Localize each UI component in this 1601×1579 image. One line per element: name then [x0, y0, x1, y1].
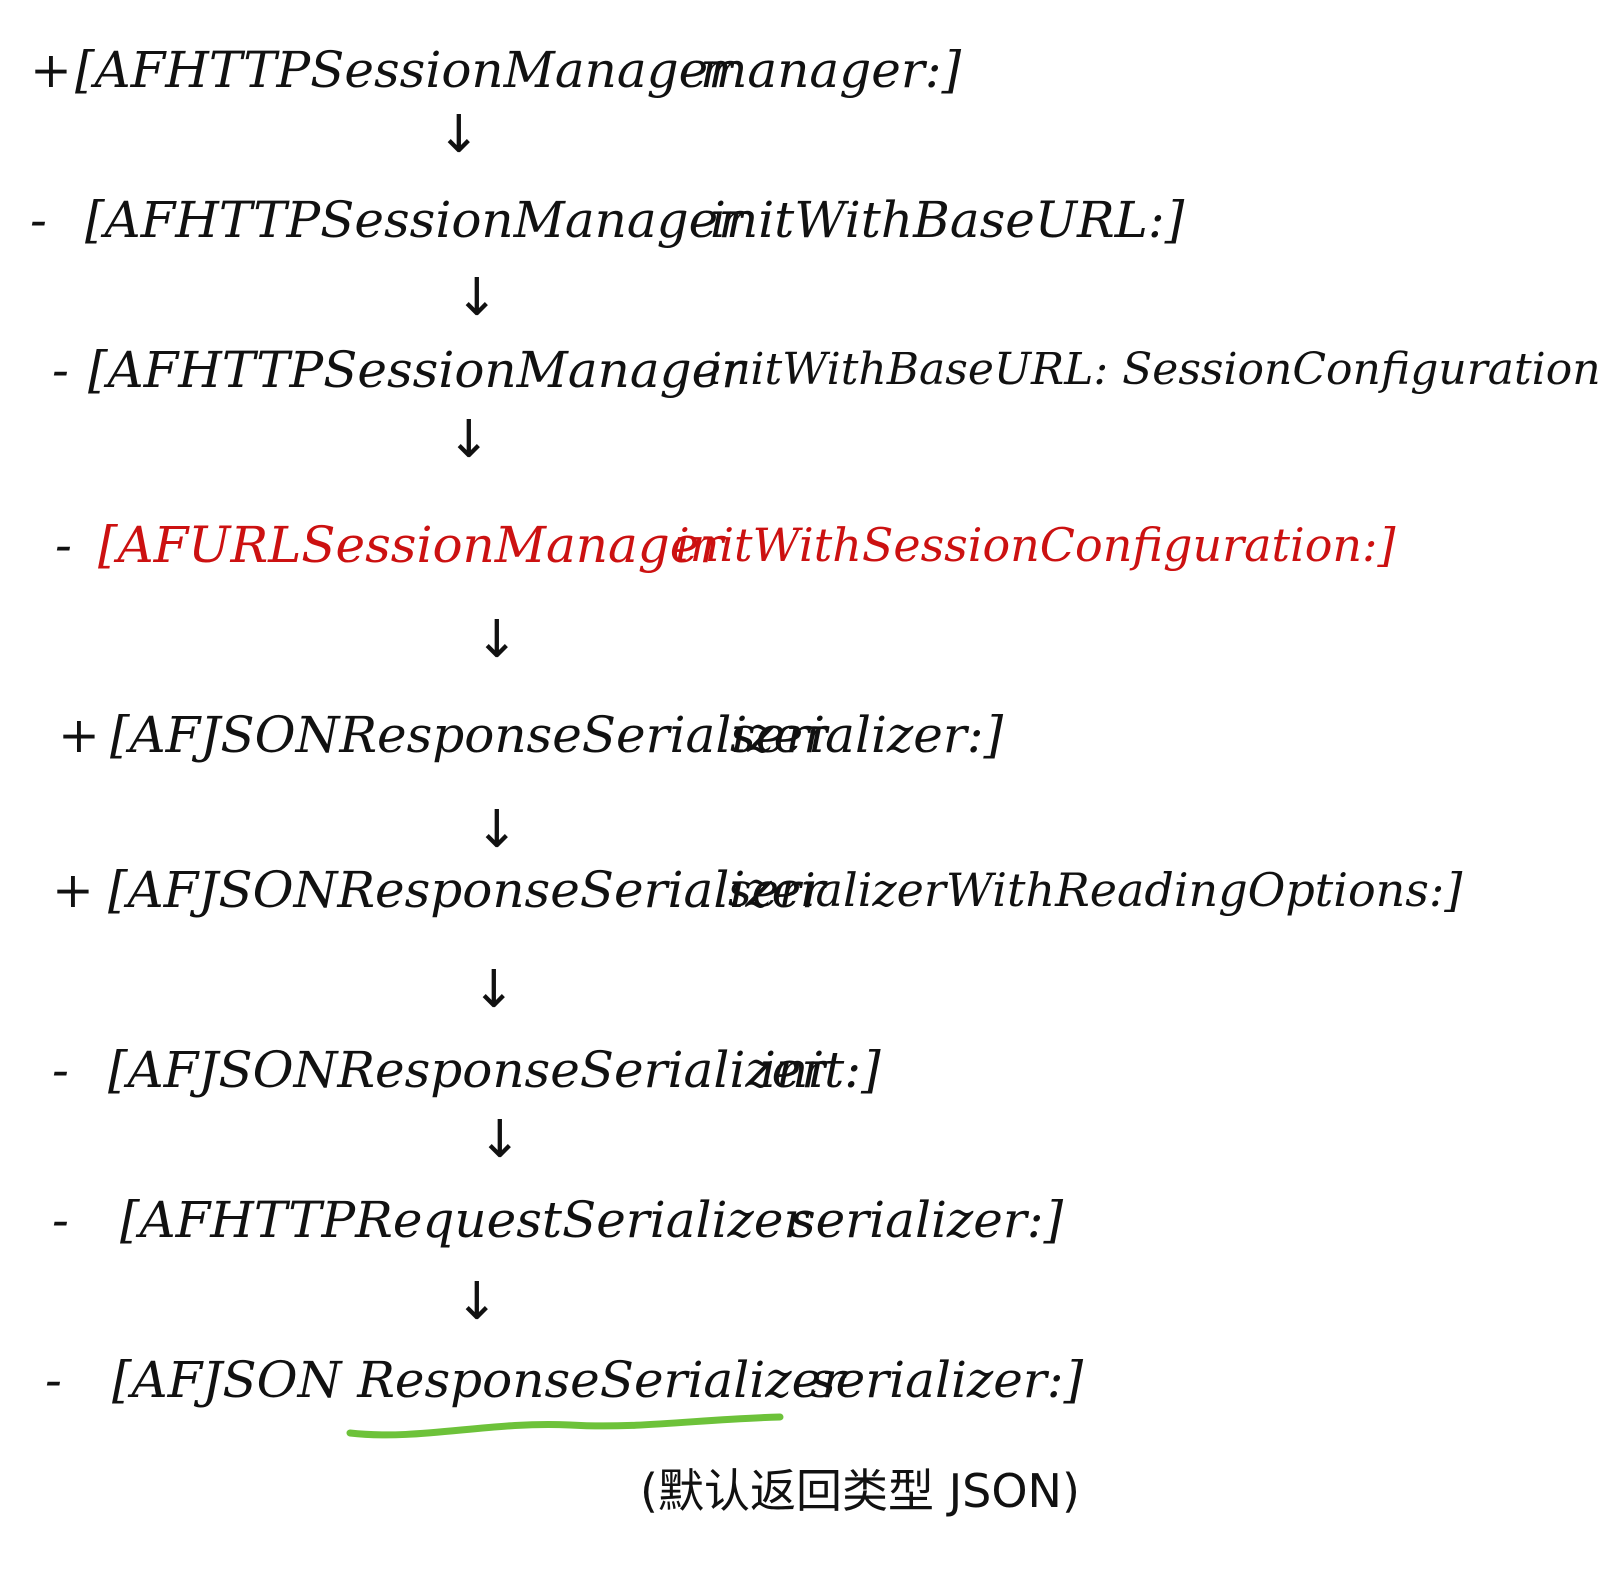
step-1-class: [AFHTTPSessionManager: [75, 41, 733, 99]
arrow-4: ↓: [475, 610, 519, 670]
step-4-selector: initWithSessionConfiguration:]: [675, 518, 1396, 572]
step-3-selector: initWithBaseURL: SessionConfiguration:]: [708, 344, 1601, 395]
step-3-class: [AFHTTPSessionManager: [88, 341, 746, 399]
step-2-prefix: -: [30, 191, 47, 249]
step-9-class: [AFJSON ResponseSerializer: [112, 1351, 846, 1409]
step-6-prefix: +: [52, 861, 94, 919]
step-1-prefix: +: [30, 41, 72, 99]
arrow-3: ↓: [447, 410, 491, 470]
arrow-7: ↓: [478, 1110, 522, 1170]
step-5-class: [AFJSONResponseSerializer: [110, 706, 828, 764]
arrow-1: ↓: [437, 105, 481, 165]
step-9-prefix: -: [45, 1351, 62, 1409]
step-2-selector: initWithBaseURL:]: [710, 191, 1185, 249]
step-2-class: [AFHTTPSessionManager: [85, 191, 743, 249]
annotation-note: (默认返回类型 JSON): [640, 1464, 1080, 1518]
step-4-prefix: -: [55, 516, 72, 574]
step-5-selector: serializer:]: [730, 706, 1004, 764]
step-6-selector: serializerWithReadingOptions:]: [728, 863, 1463, 917]
step-7-prefix: -: [52, 1041, 69, 1099]
arrow-6: ↓: [472, 960, 516, 1020]
step-7-class: [AFJSONResponseSerializer: [108, 1041, 826, 1099]
step-8-selector: serializer:]: [790, 1191, 1064, 1249]
step-3-prefix: -: [52, 341, 69, 399]
step-8-class: [AFHTTPRequestSerializer: [120, 1191, 808, 1249]
step-9-selector: serializer:]: [810, 1351, 1084, 1409]
highlight-underline: [346, 1413, 784, 1439]
step-1-selector: manager:]: [700, 41, 962, 99]
step-8-prefix: -: [52, 1191, 69, 1249]
step-5-prefix: +: [58, 706, 100, 764]
step-4-class: [AFURLSessionManager: [98, 516, 724, 574]
step-7-selector: init:]: [760, 1041, 881, 1099]
arrow-5: ↓: [475, 800, 519, 860]
arrow-8: ↓: [455, 1272, 499, 1332]
arrow-2: ↓: [455, 268, 499, 328]
step-6-class: [AFJSONResponseSerializer: [108, 861, 826, 919]
